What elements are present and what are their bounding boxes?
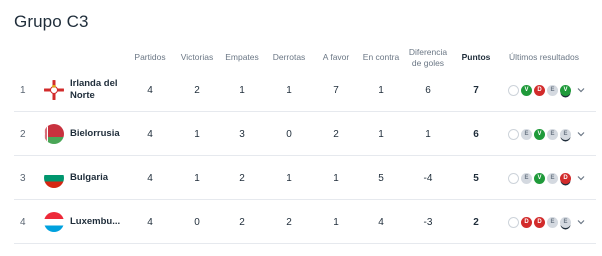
result-badge: V: [534, 128, 545, 140]
result-badge: V: [521, 84, 532, 96]
team-name-line2: Norte: [70, 90, 95, 101]
header-points: Puntos: [461, 52, 491, 62]
goal-difference-value: -4: [423, 172, 433, 184]
luxembourg-flag-icon: [44, 212, 64, 232]
goals-for-value: 7: [333, 84, 339, 96]
standings-row[interactable]: 4 Luxembu... 4 0 2 2 1 4 -3 2 D D E E: [14, 200, 596, 244]
result-badge: E: [547, 128, 558, 140]
draws-value: 1: [239, 84, 245, 96]
position: 1: [20, 84, 26, 96]
header-wins: Victorias: [180, 52, 214, 62]
losses-value: 2: [286, 216, 292, 228]
header-goal-difference-line1: Diferencia: [408, 47, 448, 57]
losses-value: 0: [286, 128, 292, 140]
belarus-flag-icon: [44, 124, 64, 144]
goal-difference-value: 1: [425, 128, 431, 140]
result-badge: E: [521, 172, 532, 184]
header-losses: Derrotas: [272, 52, 306, 62]
chevron-down-icon[interactable]: [576, 129, 586, 139]
header-last-results: Últimos resultados: [509, 52, 579, 62]
header-played: Partidos: [134, 52, 166, 62]
result-badge: [508, 128, 519, 140]
result-badge: D: [534, 216, 545, 228]
result-badge: [508, 84, 519, 96]
wins-value: 0: [194, 216, 200, 228]
goal-difference-value: -3: [423, 216, 433, 228]
position: 3: [20, 172, 26, 184]
position: 2: [20, 128, 26, 140]
goals-for-value: 2: [333, 128, 339, 140]
group-title: Grupo C3: [14, 12, 89, 31]
result-badge: V: [560, 84, 571, 96]
result-badge: [508, 216, 519, 228]
draws-value: 2: [239, 172, 245, 184]
result-badge: D: [534, 84, 545, 96]
result-badge: [508, 172, 519, 184]
points-value: 5: [473, 172, 479, 184]
goals-for-value: 1: [333, 172, 339, 184]
losses-value: 1: [286, 84, 292, 96]
draws-value: 2: [239, 216, 245, 228]
header-goals-for: A favor: [322, 52, 350, 62]
result-badge: E: [547, 216, 558, 228]
standings-row[interactable]: 2 Bielorrusia 4 1 3 0 2 1 1 6 E V E E: [14, 112, 596, 156]
result-badge: D: [521, 216, 532, 228]
played-value: 4: [147, 128, 153, 140]
header-goal-difference: Diferencia de goles: [404, 47, 452, 69]
points-value: 7: [473, 84, 479, 96]
goals-against-value: 1: [378, 128, 384, 140]
result-badge: E: [521, 128, 532, 140]
draws-value: 3: [239, 128, 245, 140]
header-draws: Empates: [225, 52, 259, 62]
goals-against-value: 5: [378, 172, 384, 184]
northern-ireland-flag-icon: [44, 80, 64, 100]
bulgaria-flag-icon: [44, 168, 64, 188]
chevron-down-icon[interactable]: [576, 85, 586, 95]
chevron-down-icon[interactable]: [576, 173, 586, 183]
standings-row[interactable]: 3 Bulgaria 4 1 2 1 1 5 -4 5 E V E D: [14, 156, 596, 200]
last-results: E V E E: [508, 112, 586, 156]
chevron-down-icon[interactable]: [576, 217, 586, 227]
played-value: 4: [147, 84, 153, 96]
points-value: 2: [473, 216, 479, 228]
result-badge: E: [547, 84, 558, 96]
losses-value: 1: [286, 172, 292, 184]
wins-value: 1: [194, 172, 200, 184]
points-value: 6: [473, 128, 479, 140]
result-badge: E: [560, 128, 571, 140]
result-badge: V: [534, 172, 545, 184]
result-badge: E: [547, 172, 558, 184]
last-results: E V E D: [508, 156, 586, 200]
standings-row[interactable]: 1 Irlanda del Norte 4 2 1 1 7 1 6 7 V D …: [14, 68, 596, 112]
wins-value: 1: [194, 128, 200, 140]
last-results: V D E V: [508, 68, 586, 112]
last-results: D D E E: [508, 200, 586, 244]
played-value: 4: [147, 216, 153, 228]
played-value: 4: [147, 172, 153, 184]
wins-value: 2: [194, 84, 200, 96]
result-badge: D: [560, 172, 571, 184]
position: 4: [20, 216, 26, 228]
goal-difference-value: 6: [425, 84, 431, 96]
result-badge: E: [560, 216, 571, 228]
header-goals-against: En contra: [362, 52, 400, 62]
goals-against-value: 4: [378, 216, 384, 228]
goals-against-value: 1: [378, 84, 384, 96]
goals-for-value: 1: [333, 216, 339, 228]
team-name-line1: Irlanda del: [70, 78, 118, 89]
